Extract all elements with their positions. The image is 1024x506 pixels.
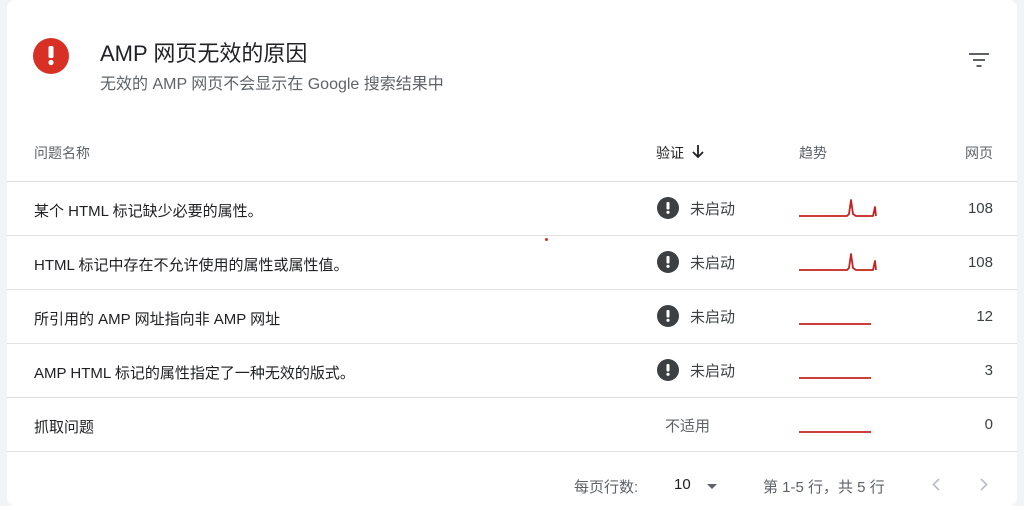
validation-status-label: 未启动 [690,362,736,380]
trend-sparkline [799,302,881,334]
column-header-trend[interactable]: 趋势 [799,143,827,163]
card-title: AMP 网页无效的原因 [100,41,308,66]
validation-status: 未启动 [657,251,735,273]
pagination-footer: 每页行数: 10 第 1-5 行，共 5 行 [7,460,1017,506]
validation-status: 不适用 [665,415,710,436]
table-row[interactable]: 抓取问题 不适用 0 [7,398,1017,452]
alert-icon [657,359,679,381]
page-count: 0 [984,416,993,433]
page-count: 12 [976,308,993,325]
alert-icon [657,197,679,219]
column-header-name[interactable]: 问题名称 [34,143,90,163]
error-icon [33,38,69,74]
chevron-left-icon[interactable] [924,472,948,496]
trend-sparkline [799,194,881,226]
cursor-dot [545,238,548,241]
trend-sparkline [799,356,881,388]
page-count: 108 [967,254,993,271]
column-header-verify[interactable]: 验证 [656,143,704,163]
pagination-range: 第 1-5 行，共 5 行 [763,479,885,496]
validation-status-label: 未启动 [690,308,736,326]
trend-sparkline [799,248,881,280]
validation-status: 未启动 [657,359,735,381]
validation-status: 未启动 [657,197,735,219]
table-row[interactable]: HTML 标记中存在不允许使用的属性或属性值。 未启动 108 [7,236,1017,290]
issue-name: AMP HTML 标记的属性指定了一种无效的版式。 [34,365,355,382]
chevron-right-icon[interactable] [972,472,996,496]
page-count: 3 [984,362,993,379]
rows-per-page-value: 10 [674,475,691,493]
amp-issues-card: AMP 网页无效的原因 无效的 AMP 网页不会显示在 Google 搜索结果中… [7,0,1017,506]
validation-status-label: 不适用 [665,418,711,435]
arrow-down-icon [692,144,704,162]
validation-status: 未启动 [657,305,735,327]
validation-status-label: 未启动 [690,254,736,272]
rows-per-page-select[interactable]: 10 [674,472,717,496]
issue-name: 抓取问题 [34,419,95,436]
issue-name: HTML 标记中存在不允许使用的属性或属性值。 [34,257,349,274]
page-count: 108 [967,200,993,217]
issue-name: 某个 HTML 标记缺少必要的属性。 [34,203,263,220]
table-row[interactable]: AMP HTML 标记的属性指定了一种无效的版式。 未启动 3 [7,344,1017,398]
card-subtitle: 无效的 AMP 网页不会显示在 Google 搜索结果中 [100,76,444,93]
validation-status-label: 未启动 [690,200,736,218]
alert-icon [657,305,679,327]
filter-icon[interactable] [965,46,993,74]
column-header-verify-label: 验证 [656,145,684,161]
dropdown-arrow-icon [706,476,717,493]
table-header: 问题名称 验证 趋势 网页 [7,122,1017,182]
alert-icon [657,251,679,273]
column-header-pages[interactable]: 网页 [965,143,993,163]
table-row[interactable]: 所引用的 AMP 网址指向非 AMP 网址 未启动 12 [7,290,1017,344]
table-row[interactable]: 某个 HTML 标记缺少必要的属性。 未启动 108 [7,182,1017,236]
rows-per-page-label: 每页行数: [574,479,639,496]
issue-name: 所引用的 AMP 网址指向非 AMP 网址 [34,311,281,328]
trend-sparkline [799,410,881,442]
